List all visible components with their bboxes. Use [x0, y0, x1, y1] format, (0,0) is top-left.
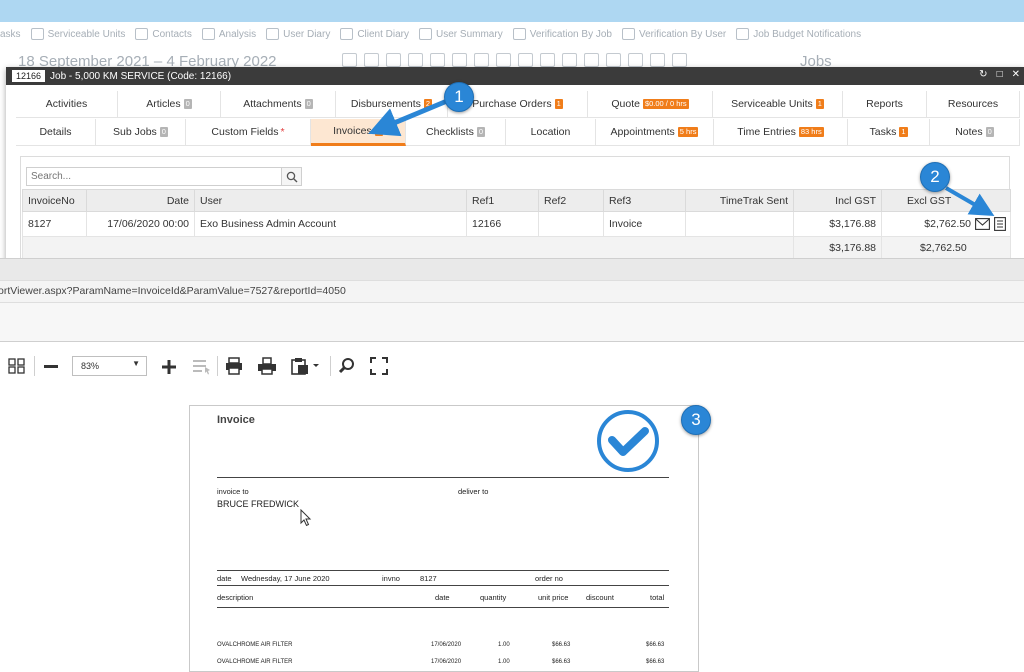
annotation-arrows — [368, 98, 995, 217]
arrow-to-invoices-tab — [368, 98, 448, 137]
callout-3: 3 — [681, 405, 711, 435]
arrow-to-report-icon — [944, 186, 995, 217]
callout-2: 2 — [920, 162, 950, 192]
callout-1: 1 — [444, 82, 474, 112]
